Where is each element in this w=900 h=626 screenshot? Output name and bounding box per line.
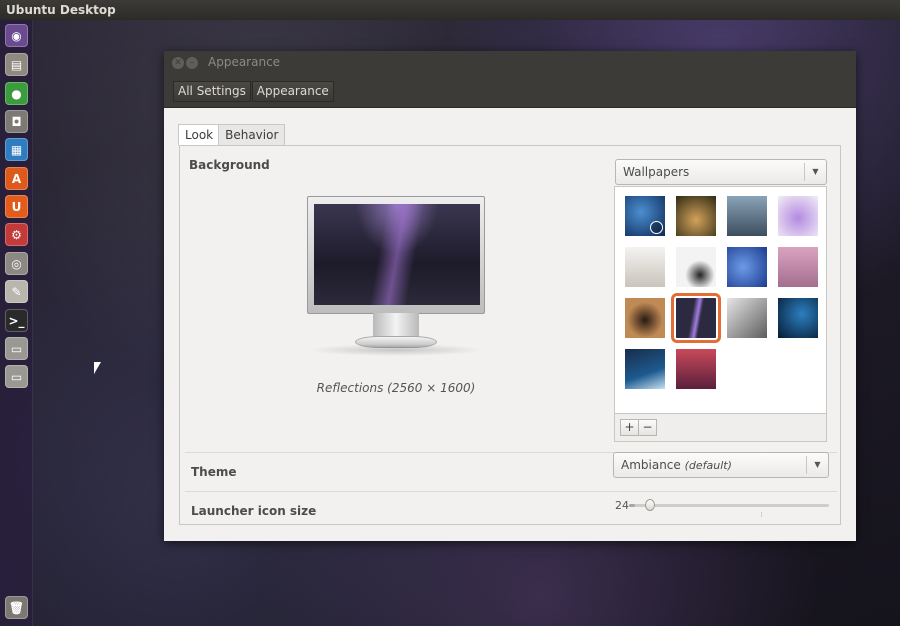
wallpaper-thumb-2[interactable] <box>676 196 716 236</box>
wallpaper-grid-toolbar: + − <box>614 414 827 442</box>
mouse-cursor-icon <box>94 362 101 374</box>
look-panel: Background Reflections (2560 × 1600) Wal… <box>179 145 841 525</box>
window-titlebar[interactable]: ✕ – Appearance <box>164 51 856 75</box>
add-wallpaper-button[interactable]: + <box>620 419 639 436</box>
wallpaper-thumb-14[interactable] <box>676 349 716 389</box>
monitor-shadow <box>307 344 485 356</box>
theme-select[interactable]: Ambiance (default) ▼ <box>613 452 829 478</box>
wallpaper-preview <box>307 196 485 356</box>
terminal-icon[interactable]: >_ <box>5 309 28 332</box>
theme-default-note: (default) <box>684 459 732 472</box>
text-editor-icon[interactable]: ✎ <box>5 280 28 303</box>
top-panel: Ubuntu Desktop <box>0 0 900 20</box>
theme-value: Ambiance <box>621 458 681 472</box>
wallpaper-thumb-3[interactable] <box>727 196 767 236</box>
wallpaper-thumb-6[interactable] <box>676 247 716 287</box>
icon-size-slider-knob[interactable] <box>645 499 655 511</box>
wallpaper-source-value: Wallpapers <box>623 165 690 179</box>
wallpaper-thumb-12[interactable] <box>778 298 818 338</box>
theme-label: Theme <box>191 465 237 479</box>
minimize-icon[interactable]: – <box>186 57 198 69</box>
breadcrumb-all-settings[interactable]: All Settings <box>173 81 251 102</box>
monitor-screen <box>314 204 480 305</box>
chrome-icon[interactable]: ● <box>5 82 28 105</box>
wallpaper-thumb-1[interactable] <box>625 196 665 236</box>
close-icon[interactable]: ✕ <box>172 57 184 69</box>
tab-bar: Look Behavior <box>178 124 286 146</box>
wallpaper-caption: Reflections (2560 × 1600) <box>316 381 476 395</box>
launcher-icon-size-label: Launcher icon size <box>191 504 317 518</box>
drive-icon[interactable]: ▭ <box>5 337 28 360</box>
ubuntu-one-icon[interactable]: U <box>5 195 28 218</box>
wallpaper-thumb-11[interactable] <box>727 298 767 338</box>
wallpaper-thumb-5[interactable] <box>625 247 665 287</box>
wallpaper-thumb-7[interactable] <box>727 247 767 287</box>
monitor-frame <box>307 196 485 314</box>
window-content: Look Behavior Background Reflections (256… <box>164 108 856 541</box>
dash-icon[interactable]: ◉ <box>5 24 28 47</box>
tab-behavior[interactable]: Behavior <box>218 124 286 146</box>
icon-size-value: 24 <box>615 499 629 512</box>
document-viewer-icon[interactable]: ▦ <box>5 138 28 161</box>
wallpaper-thumb-9[interactable] <box>625 298 665 338</box>
wallpaper-thumb-13[interactable] <box>625 349 665 389</box>
chevron-down-icon: ▼ <box>804 163 826 181</box>
screenshot-icon[interactable]: ◎ <box>5 252 28 275</box>
trash-icon[interactable]: 🗑 <box>5 596 28 619</box>
icon-size-slider[interactable] <box>629 499 829 511</box>
chevron-down-icon: ▼ <box>806 456 828 474</box>
breadcrumb: All Settings Appearance <box>164 75 856 108</box>
tab-look[interactable]: Look <box>178 124 221 146</box>
wallpaper-thumb-4[interactable] <box>778 196 818 236</box>
file-manager-icon[interactable]: ▤ <box>5 53 28 76</box>
separator <box>185 491 837 492</box>
icon-size-slider-fill <box>629 504 635 507</box>
wallpaper-source-select[interactable]: Wallpapers ▼ <box>615 159 827 185</box>
clock-icon <box>650 221 663 234</box>
breadcrumb-appearance[interactable]: Appearance <box>251 81 334 102</box>
slider-tick <box>761 512 762 517</box>
launcher: ◉ ▤ ● ◘ ▦ A U ⚙ ◎ ✎ >_ ▭ ▭ 🗑 <box>0 20 33 626</box>
wallpaper-thumb-8[interactable] <box>778 247 818 287</box>
system-settings-icon[interactable]: ⚙ <box>5 223 28 246</box>
wallpaper-thumb-10[interactable] <box>671 293 721 343</box>
wallpaper-grid <box>614 186 827 414</box>
remove-wallpaper-button[interactable]: − <box>638 419 657 436</box>
camera-icon[interactable]: ◘ <box>5 110 28 133</box>
window-title: Appearance <box>208 55 281 69</box>
software-center-icon[interactable]: A <box>5 167 28 190</box>
drive-2-icon[interactable]: ▭ <box>5 365 28 388</box>
top-panel-title: Ubuntu Desktop <box>6 3 116 17</box>
background-label: Background <box>189 158 270 172</box>
appearance-window: ✕ – Appearance All Settings Appearance L… <box>164 51 856 541</box>
